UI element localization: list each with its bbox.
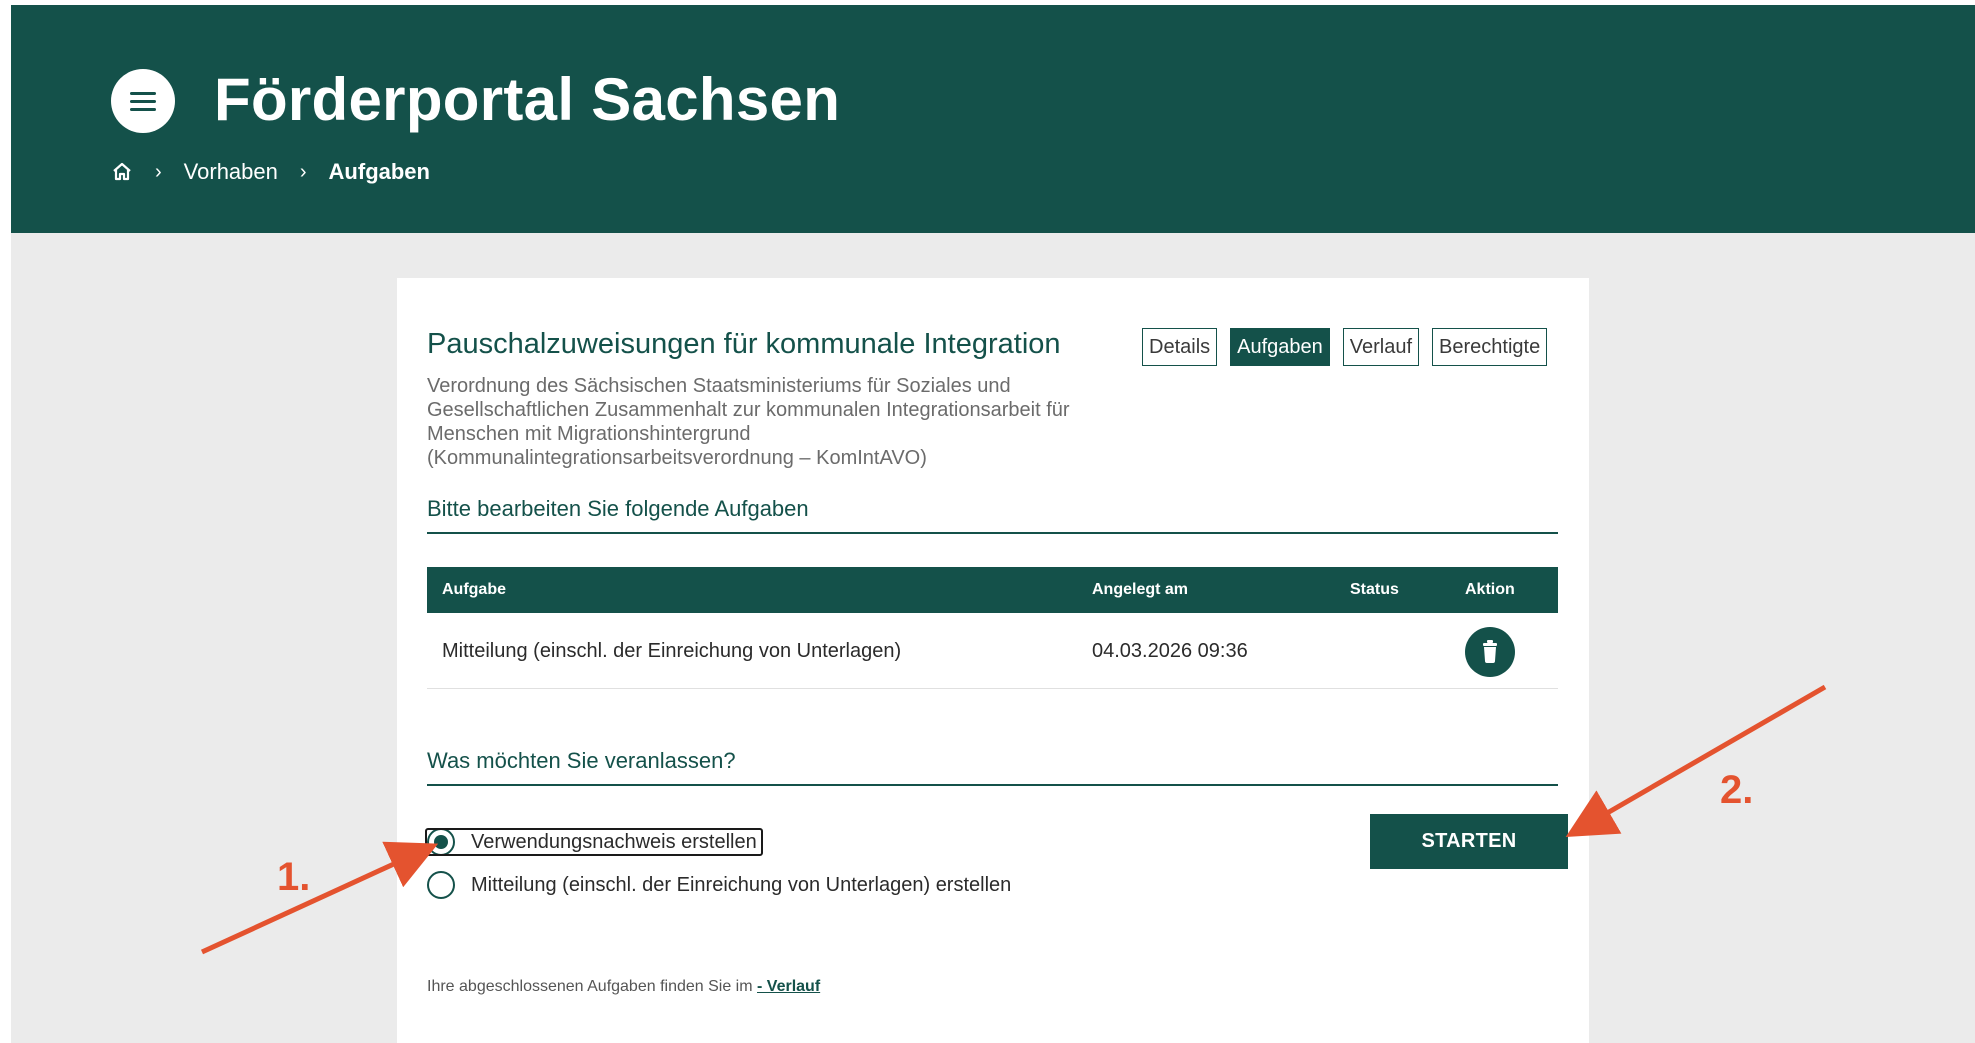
column-header-aufgabe: Aufgabe xyxy=(442,581,506,598)
tab-bar: Details Aufgaben Verlauf Berechtigte xyxy=(1142,328,1548,366)
chevron-right-icon: › xyxy=(299,160,307,183)
chevron-right-icon: › xyxy=(155,160,162,183)
option-label: Verwendungsnachweis erstellen xyxy=(471,830,757,853)
radio-verwendungsnachweis[interactable] xyxy=(427,828,455,856)
description-line: Menschen mit Migrationshintergrund xyxy=(427,423,751,445)
page-title: Pauschalzuweisungen für kommunale Integr… xyxy=(427,328,1061,360)
hamburger-icon xyxy=(130,92,156,95)
hamburger-icon-line xyxy=(130,100,156,103)
cell-angelegt-am: 04.03.2026 09:36 xyxy=(1092,640,1248,662)
trash-icon xyxy=(1483,640,1497,663)
option-verwendungsnachweis[interactable]: Verwendungsnachweis erstellen xyxy=(427,828,757,856)
tab-berechtigte[interactable]: Berechtigte xyxy=(1432,328,1548,366)
description-line: Verordnung des Sächsischen Staatsministe… xyxy=(427,375,1011,397)
tasks-heading: Bitte bearbeiten Sie folgende Aufgaben xyxy=(427,496,1558,534)
radio-mitteilung[interactable] xyxy=(427,871,455,899)
column-header-angelegt-am: Angelegt am xyxy=(1092,581,1189,598)
tab-verlauf[interactable]: Verlauf xyxy=(1342,328,1420,366)
content-card: Pauschalzuweisungen für kommunale Integr… xyxy=(397,278,1589,1043)
app-title: Förderportal Sachsen xyxy=(214,66,841,133)
breadcrumb-item-aufgaben: Aufgaben xyxy=(328,159,430,184)
annotation-step-1: 1. xyxy=(277,855,311,899)
description-line: (Kommunalintegrationsarbeitsverordnung –… xyxy=(427,447,927,469)
tab-details[interactable]: Details xyxy=(1142,328,1218,366)
option-label: Mitteilung (einschl. der Einreichung von… xyxy=(471,873,1012,896)
start-button[interactable]: STARTEN xyxy=(1370,814,1568,869)
footer-note: Ihre abgeschlossenen Aufgaben finden Sie… xyxy=(427,978,820,996)
breadcrumb-item-vorhaben[interactable]: Vorhaben xyxy=(184,159,278,185)
hamburger-icon-line xyxy=(130,108,156,111)
table-row: Mitteilung (einschl. der Einreichung von… xyxy=(427,613,1558,689)
home-icon[interactable] xyxy=(111,162,133,182)
tasks-table: Aufgabe Angelegt am Status Aktion Mittei… xyxy=(427,567,1558,689)
tab-aufgaben[interactable]: Aufgaben xyxy=(1230,328,1330,366)
menu-button[interactable] xyxy=(111,69,175,133)
column-header-status: Status xyxy=(1350,581,1399,598)
option-mitteilung[interactable]: Mitteilung (einschl. der Einreichung von… xyxy=(427,871,1011,899)
program-description: Verordnung des Sächsischen Staatsministe… xyxy=(427,374,1107,470)
action-heading: Was möchten Sie veranlassen? xyxy=(427,748,1558,786)
annotation-step-2: 2. xyxy=(1720,768,1754,812)
column-header-aktion: Aktion xyxy=(1465,581,1515,598)
table-header: Aufgabe Angelegt am Status Aktion xyxy=(427,567,1558,613)
breadcrumb: › Vorhaben › Aufgaben xyxy=(111,155,430,189)
cell-aufgabe: Mitteilung (einschl. der Einreichung von… xyxy=(442,640,902,662)
footer-text: Ihre abgeschlossenen Aufgaben finden Sie… xyxy=(427,978,753,995)
description-line: Gesellschaftlichen Zusammenhalt zur komm… xyxy=(427,399,1070,421)
delete-task-button[interactable] xyxy=(1465,627,1515,677)
verlauf-link[interactable]: - Verlauf xyxy=(757,978,820,995)
site-header: Förderportal Sachsen › Vorhaben › Aufgab… xyxy=(11,5,1975,233)
